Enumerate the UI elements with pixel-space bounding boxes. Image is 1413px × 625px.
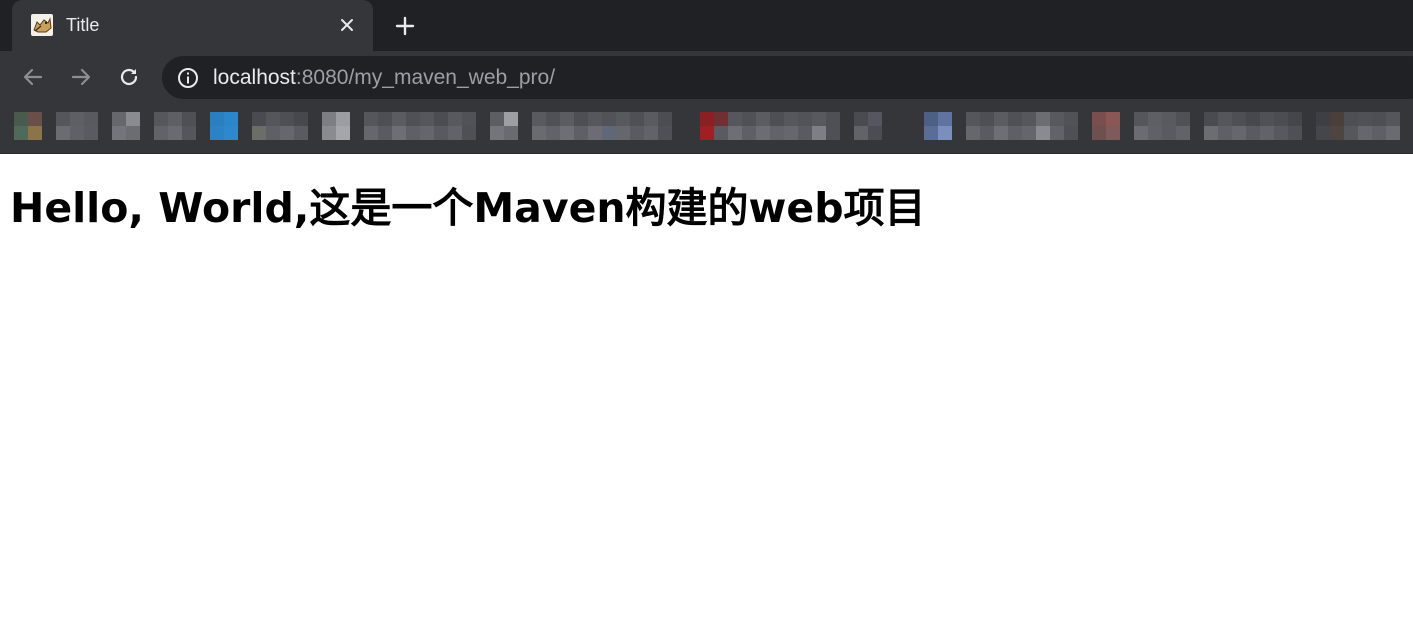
tab-strip: Title (0, 0, 1413, 51)
tomcat-favicon-icon (31, 14, 53, 36)
bookmark-item[interactable] (252, 112, 308, 140)
bookmark-item[interactable] (154, 112, 196, 140)
bookmarks-bar (0, 104, 1413, 154)
bookmark-item[interactable] (322, 112, 350, 140)
bookmark-item[interactable] (854, 112, 882, 140)
page-content: Hello, World,这是一个Maven构建的web项目 (0, 154, 1413, 625)
bookmark-item[interactable] (966, 112, 1078, 140)
arrow-left-icon (23, 68, 43, 86)
plus-icon (395, 16, 415, 36)
bookmark-item[interactable] (112, 112, 140, 140)
bookmark-item[interactable] (14, 112, 42, 140)
url-text[interactable]: localhost:8080/my_maven_web_pro/ (213, 66, 555, 90)
bookmark-item[interactable] (1316, 112, 1413, 140)
page-heading: Hello, World,这是一个Maven构建的web项目 (10, 184, 926, 232)
bookmark-item[interactable] (1204, 112, 1302, 140)
reload-icon (120, 68, 138, 86)
browser-chrome: Title localhost:8080/my_maven_web_pro/ (0, 0, 1413, 154)
bookmark-item[interactable] (532, 112, 672, 140)
reload-button[interactable] (115, 63, 143, 91)
bookmark-item[interactable] (490, 112, 518, 140)
url-path: :8080/my_maven_web_pro/ (295, 66, 556, 89)
bookmark-item[interactable] (924, 112, 952, 140)
close-icon (341, 19, 353, 31)
bookmark-item[interactable] (1092, 112, 1120, 140)
forward-button[interactable] (67, 63, 95, 91)
bookmark-item[interactable] (700, 112, 840, 140)
address-bar[interactable]: localhost:8080/my_maven_web_pro/ (162, 56, 1413, 99)
toolbar: localhost:8080/my_maven_web_pro/ (0, 51, 1413, 104)
url-host: localhost (213, 66, 296, 89)
arrow-right-icon (71, 68, 91, 86)
tab-active[interactable]: Title (12, 0, 373, 51)
tab-close-button[interactable] (335, 13, 359, 37)
bookmark-item[interactable] (1134, 112, 1190, 140)
bookmark-item[interactable] (210, 112, 238, 140)
new-tab-button[interactable] (391, 12, 419, 40)
bookmark-item[interactable] (364, 112, 476, 140)
info-icon[interactable] (177, 67, 199, 89)
tab-title: Title (66, 15, 100, 35)
bookmark-item[interactable] (56, 112, 98, 140)
back-button[interactable] (19, 63, 47, 91)
